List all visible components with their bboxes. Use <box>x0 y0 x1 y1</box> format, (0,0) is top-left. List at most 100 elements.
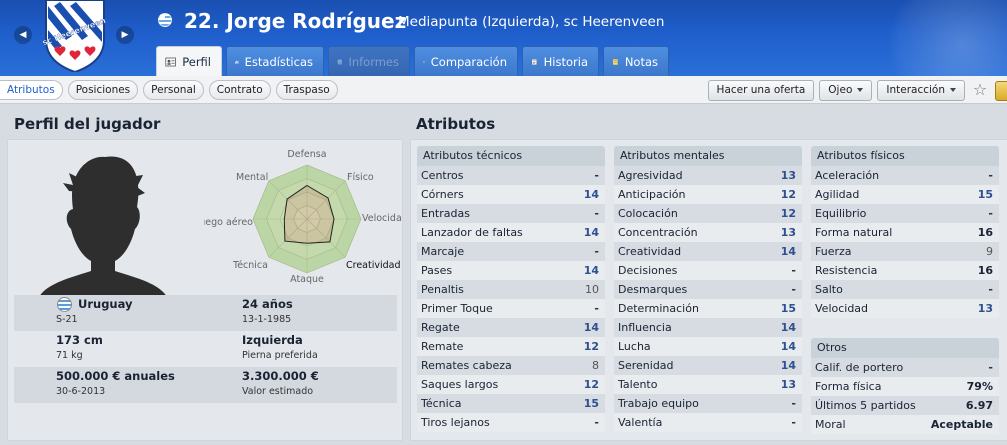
mental-attribute-row[interactable]: Colocación 12 <box>614 204 802 223</box>
technical-attribute-row[interactable]: Marcaje - <box>417 242 605 261</box>
physical-attribute-row[interactable]: Agilidad 15 <box>811 185 999 204</box>
physical-attribute-row[interactable]: Resistencia 16 <box>811 261 999 280</box>
national-team: S-21 <box>56 314 78 325</box>
attribute-value: 13 <box>780 169 796 182</box>
physical-attribute-row[interactable]: Fuerza 9 <box>811 242 999 261</box>
tab-label: Comparación <box>430 54 507 69</box>
mental-attribute-row[interactable]: Desmarques - <box>614 280 802 299</box>
attribute-name: Regate <box>421 321 460 334</box>
physical-attribute-row[interactable]: Equilibrio - <box>811 204 999 223</box>
notepad-icon[interactable] <box>995 80 1007 101</box>
subtab-posiciones[interactable]: Posiciones <box>67 80 139 100</box>
technical-attribute-row[interactable]: Córners 14 <box>417 185 605 204</box>
mental-attribute-row[interactable]: Serenidad 14 <box>614 356 802 375</box>
make-offer-button[interactable]: Hacer una oferta <box>707 80 815 101</box>
attribute-value: 14 <box>780 340 796 353</box>
scout-button[interactable]: Ojeo <box>819 80 873 101</box>
technical-attribute-row[interactable]: Entradas - <box>417 204 605 223</box>
star-icon[interactable]: ☆ <box>970 80 990 101</box>
subtab-personal[interactable]: Personal <box>143 80 204 100</box>
other-attribute-row[interactable]: Forma física 79% <box>811 377 999 396</box>
mental-attribute-row[interactable]: Determinación 15 <box>614 299 802 318</box>
attributes-section-title: Atributos <box>416 115 496 133</box>
tab-label: Perfil <box>182 54 211 69</box>
attribute-value: 15 <box>977 188 993 201</box>
technical-attribute-row[interactable]: Remates cabeza 8 <box>417 356 605 375</box>
scout-label: Ojeo <box>828 84 853 96</box>
mental-attribute-row[interactable]: Decisiones - <box>614 261 802 280</box>
mental-attribute-row[interactable]: Influencia 14 <box>614 318 802 337</box>
mental-attribute-row[interactable]: Lucha 14 <box>614 337 802 356</box>
mental-attribute-row[interactable]: Valentía - <box>614 413 802 432</box>
interaction-button[interactable]: Interacción <box>877 80 965 101</box>
notes-icon <box>612 58 618 65</box>
technical-attribute-row[interactable]: Primer Toque - <box>417 299 605 318</box>
tab-historia[interactable]: Historia <box>522 46 599 76</box>
uruguay-flag-icon <box>158 13 172 27</box>
attribute-name: Anticipación <box>618 188 686 201</box>
technical-attribute-row[interactable]: Remate 12 <box>417 337 605 356</box>
technical-attribute-row[interactable]: Lanzador de faltas 14 <box>417 223 605 242</box>
technical-attribute-row[interactable]: Pases 14 <box>417 261 605 280</box>
mental-heading: Atributos mentales <box>614 146 802 166</box>
technical-heading: Atributos técnicos <box>417 146 605 166</box>
mental-attribute-row[interactable]: Talento 13 <box>614 375 802 394</box>
attribute-value: 12 <box>583 340 599 353</box>
physical-attribute-row[interactable]: Forma natural 16 <box>811 223 999 242</box>
interaction-label: Interacción <box>886 84 945 96</box>
other-attribute-row[interactable]: Últimos 5 partidos 6.97 <box>811 396 999 415</box>
technical-attribute-row[interactable]: Tiros lejanos - <box>417 413 605 432</box>
attribute-value: 9 <box>986 245 993 258</box>
attributes-panel: Atributos técnicos Centros - Córners 14 Entr… <box>410 139 1007 441</box>
tab-comparacion[interactable]: Comparación <box>414 46 518 76</box>
attribute-value: 16 <box>977 264 993 277</box>
technical-attribute-row[interactable]: Regate 14 <box>417 318 605 337</box>
attribute-value: 15 <box>583 397 599 410</box>
attribute-value: - <box>791 397 796 410</box>
technical-attribute-row[interactable]: Técnica 15 <box>417 394 605 413</box>
attribute-name: Tiros lejanos <box>421 416 490 429</box>
tab-label: Historia <box>543 54 588 69</box>
radar-label-technique: Técnica <box>232 260 268 271</box>
mental-attribute-row[interactable]: Trabajo equipo - <box>614 394 802 413</box>
physical-attribute-row[interactable]: Salto - <box>811 280 999 299</box>
mental-attribute-row[interactable]: Anticipación 12 <box>614 185 802 204</box>
player-name: 22. Jorge Rodríguez <box>184 9 407 33</box>
profile-icon <box>165 57 176 66</box>
next-player-button[interactable]: ▶ <box>116 26 134 44</box>
others-list: Calif. de portero - Forma física 79% Últimos… <box>811 358 999 434</box>
attribute-value: - <box>594 169 599 182</box>
tab-informes[interactable]: Informes <box>328 46 410 76</box>
attribute-value: - <box>594 302 599 315</box>
other-attribute-row[interactable]: Moral Aceptable <box>811 415 999 434</box>
tab-notas[interactable]: Notas <box>603 46 669 76</box>
physical-attribute-row[interactable]: Velocidad 13 <box>811 299 999 318</box>
physical-attribute-row[interactable]: Aceleración - <box>811 166 999 185</box>
attribute-value: 12 <box>583 378 599 391</box>
previous-player-button[interactable]: ◀ <box>14 26 32 44</box>
preferred-foot: Izquierda <box>242 333 303 347</box>
attribute-value: 10 <box>585 283 599 296</box>
mental-attribute-row[interactable]: Concentración 13 <box>614 223 802 242</box>
technical-attribute-row[interactable]: Penaltis 10 <box>417 280 605 299</box>
subtab-traspaso[interactable]: Traspaso <box>275 80 338 100</box>
attribute-name: Primer Toque <box>421 302 493 315</box>
stats-icon <box>235 60 239 64</box>
radar-label-creativity: Creatividad <box>346 260 401 271</box>
mental-attribute-row[interactable]: Creatividad 14 <box>614 242 802 261</box>
mental-attribute-row[interactable]: Agresividad 13 <box>614 166 802 185</box>
physical-attributes: Atributos físicos Aceleración - Agilidad 15… <box>811 146 999 318</box>
tab-estadisticas[interactable]: Estadísticas <box>226 46 324 76</box>
attribute-name: Influencia <box>618 321 672 334</box>
technical-attribute-row[interactable]: Centros - <box>417 166 605 185</box>
attribute-name: Trabajo equipo <box>618 397 699 410</box>
other-attribute-row[interactable]: Calif. de portero - <box>811 358 999 377</box>
subtab-contrato[interactable]: Contrato <box>208 80 271 100</box>
technical-attribute-row[interactable]: Saques largos 12 <box>417 375 605 394</box>
technical-attributes: Atributos técnicos Centros - Córners 14 Entr… <box>417 146 605 432</box>
attribute-name: Penaltis <box>421 283 464 296</box>
attribute-value: 14 <box>583 188 599 201</box>
tab-perfil[interactable]: Perfil <box>156 46 222 76</box>
subtab-atributos[interactable]: Atributos <box>0 80 63 100</box>
attribute-value: 8 <box>592 359 599 372</box>
